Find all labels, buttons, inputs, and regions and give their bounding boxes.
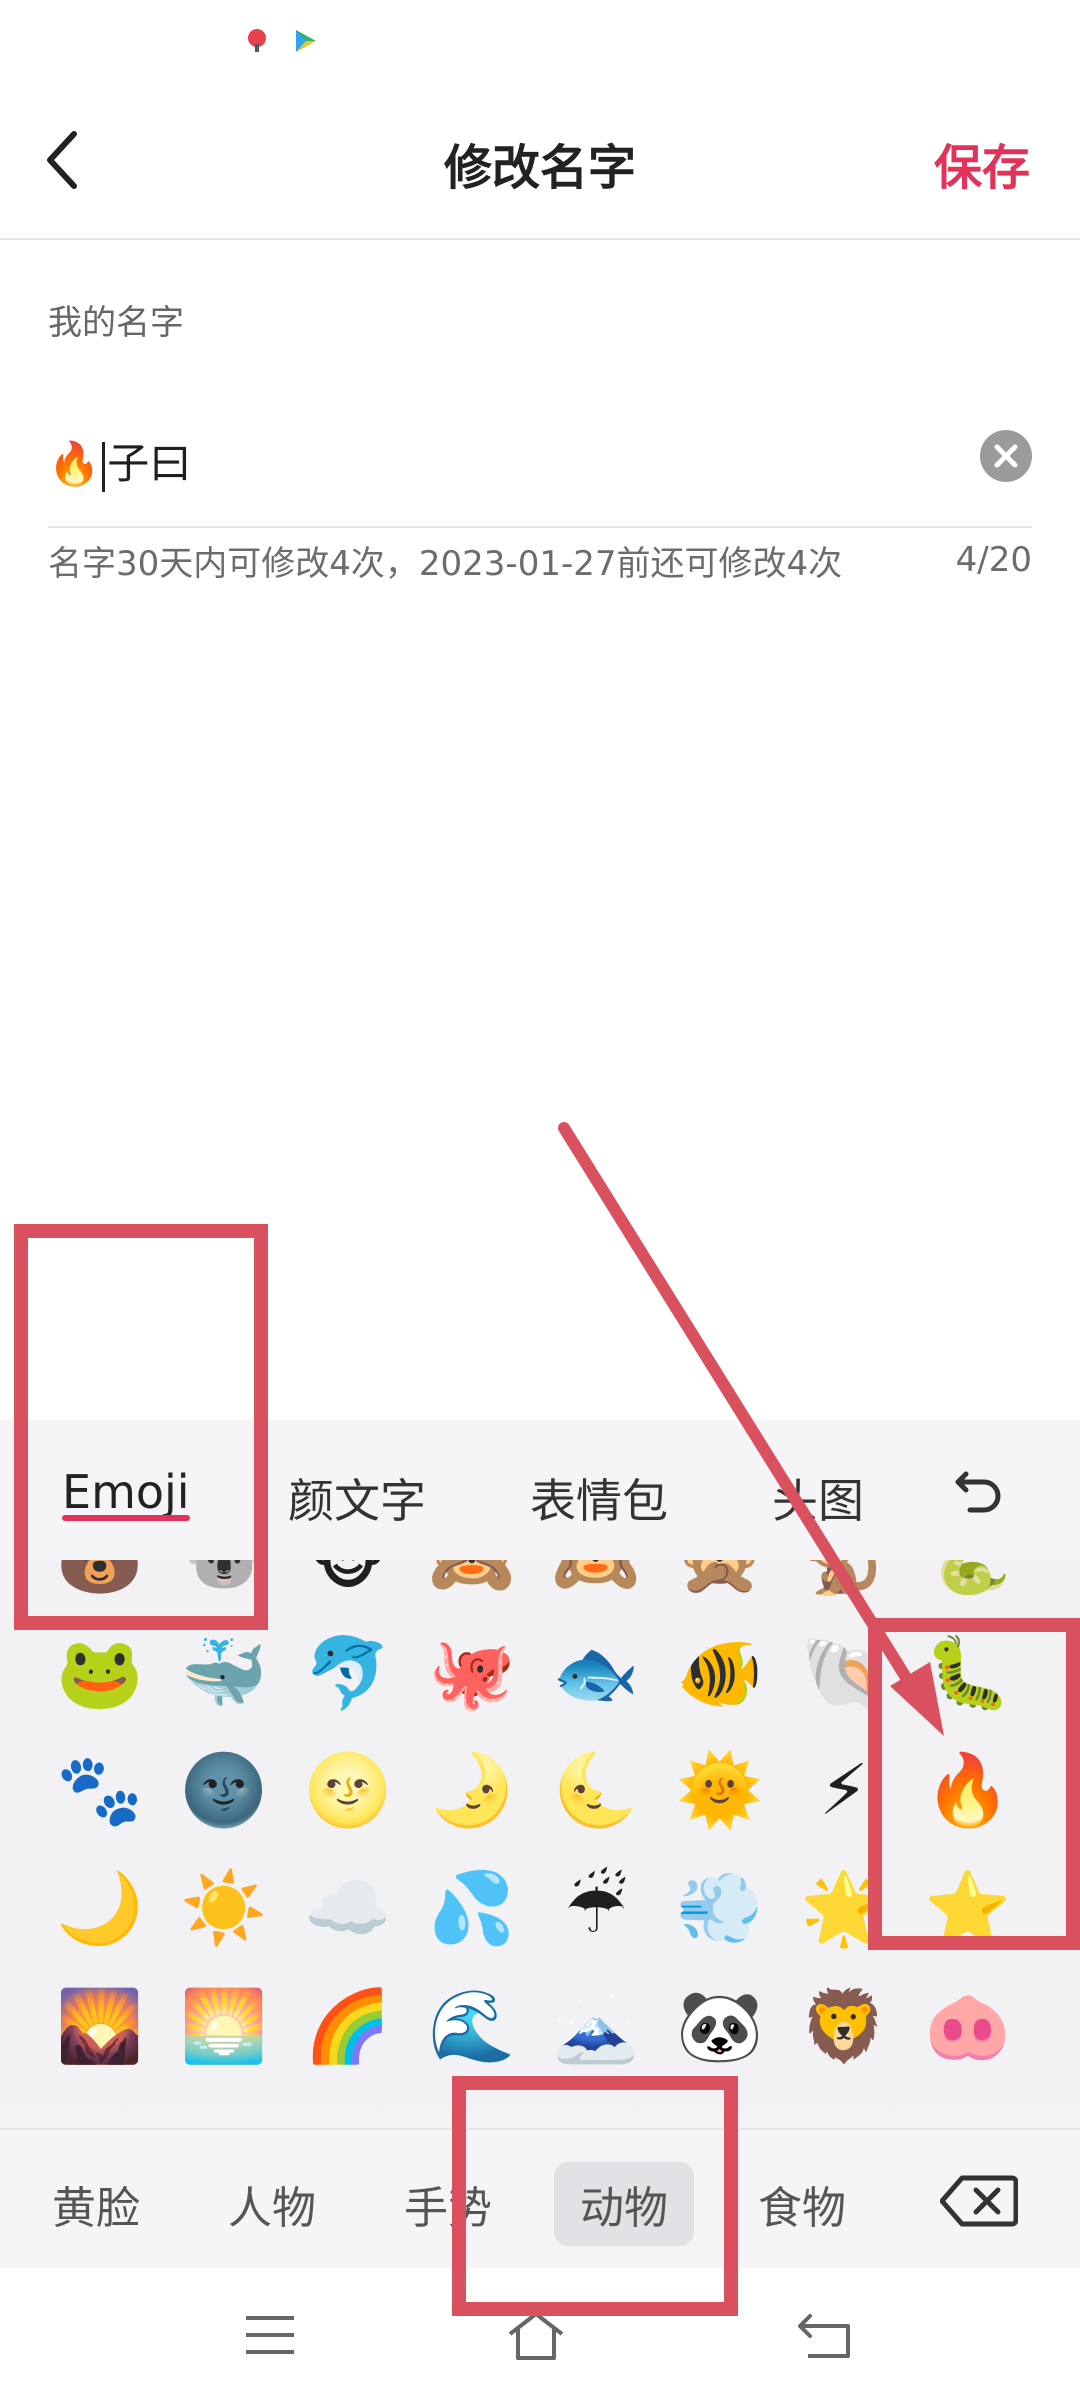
annotation-box-animals-category	[452, 2076, 738, 2316]
emoji-key[interactable]: 🐵	[300, 1560, 396, 1606]
home-nav-button[interactable]	[506, 2308, 566, 2362]
name-text: 子曰	[107, 439, 192, 488]
header: 修改名字 保存	[0, 80, 1080, 240]
backspace-button[interactable]	[939, 2174, 1019, 2228]
tab-kaomoji[interactable]: 颜文字	[288, 1465, 426, 1531]
back-icon	[798, 2314, 850, 2358]
emoji-key[interactable]: 🙈	[424, 1560, 520, 1606]
emoji-key[interactable]: 🌈	[300, 1978, 396, 2074]
emoji-key[interactable]: 🐙	[424, 1625, 520, 1721]
hint-text: 名字30天内可修改4次，2023-01-27前还可修改4次	[48, 544, 843, 584]
emoji-key[interactable]: 🦁	[796, 1978, 892, 2074]
category-people[interactable]: 人物	[228, 2172, 316, 2236]
emoji-key[interactable]: ☁️	[300, 1860, 396, 1956]
emoji-key[interactable]: 🐸	[52, 1625, 148, 1721]
status-bar	[0, 0, 1080, 80]
undo-icon	[955, 1471, 1001, 1513]
emoji-key[interactable]: 💨	[672, 1860, 768, 1956]
category-food[interactable]: 食物	[758, 2172, 846, 2236]
emoji-key[interactable]: 🌛	[424, 1742, 520, 1838]
clear-button[interactable]	[980, 430, 1032, 482]
play-store-icon	[292, 28, 318, 54]
name-input[interactable]: 🔥 子曰	[48, 418, 1032, 528]
page-title: 修改名字	[443, 140, 636, 196]
emoji-key[interactable]: 🙉	[548, 1560, 644, 1606]
emoji-key[interactable]: 🐟	[548, 1625, 644, 1721]
emoji-key[interactable]: 🐾	[52, 1742, 148, 1838]
map-pin-icon	[244, 28, 270, 54]
close-icon	[994, 444, 1018, 468]
text-cursor	[102, 441, 106, 492]
emoji-key[interactable]: 🐽	[920, 1978, 1016, 2074]
emoji-key[interactable]: 🌄	[52, 1978, 148, 2074]
save-button[interactable]: 保存	[934, 128, 1030, 198]
emoji-key[interactable]: 🐳	[176, 1625, 272, 1721]
emoji-key[interactable]: ☔	[548, 1860, 644, 1956]
emoji-key[interactable]: 💦	[424, 1860, 520, 1956]
emoji-key[interactable]: 🌜	[548, 1742, 644, 1838]
emoji-key[interactable]: 🐠	[672, 1625, 768, 1721]
emoji-key[interactable]: 🌚	[176, 1742, 272, 1838]
fire-emoji: 🔥	[48, 439, 101, 488]
undo-button[interactable]	[950, 1460, 1010, 1520]
tab-stickers[interactable]: 表情包	[530, 1465, 668, 1531]
category-yellow-face[interactable]: 黄脸	[52, 2172, 140, 2236]
annotation-box-fire-emoji	[868, 1618, 1080, 1950]
emoji-key[interactable]: 🌙	[52, 1860, 148, 1956]
emoji-key[interactable]: 🐍	[920, 1560, 1016, 1606]
back-nav-button[interactable]	[794, 2308, 854, 2362]
emoji-key[interactable]: 🐼	[672, 1978, 768, 2074]
emoji-key[interactable]: 🐬	[300, 1625, 396, 1721]
emoji-key[interactable]: 🗻	[548, 1978, 644, 2074]
home-icon	[508, 2312, 564, 2360]
emoji-key[interactable]: 🌅	[176, 1978, 272, 2074]
tab-headers[interactable]: 头图	[772, 1465, 864, 1531]
emoji-key[interactable]: 🌊	[424, 1978, 520, 2074]
emoji-key[interactable]: 🙊	[672, 1560, 768, 1606]
menu-icon	[246, 2316, 294, 2354]
emoji-key[interactable]: 🌝	[300, 1742, 396, 1838]
emoji-key[interactable]: ☀️	[176, 1860, 272, 1956]
backspace-icon	[939, 2175, 1019, 2227]
name-label: 我的名字	[48, 303, 184, 343]
emoji-key[interactable]: 🐒	[796, 1560, 892, 1606]
emoji-key[interactable]: 🌞	[672, 1742, 768, 1838]
menu-nav-button[interactable]	[240, 2308, 300, 2362]
char-count: 4/20	[955, 540, 1032, 580]
annotation-box-emoji-tab	[14, 1224, 268, 1630]
